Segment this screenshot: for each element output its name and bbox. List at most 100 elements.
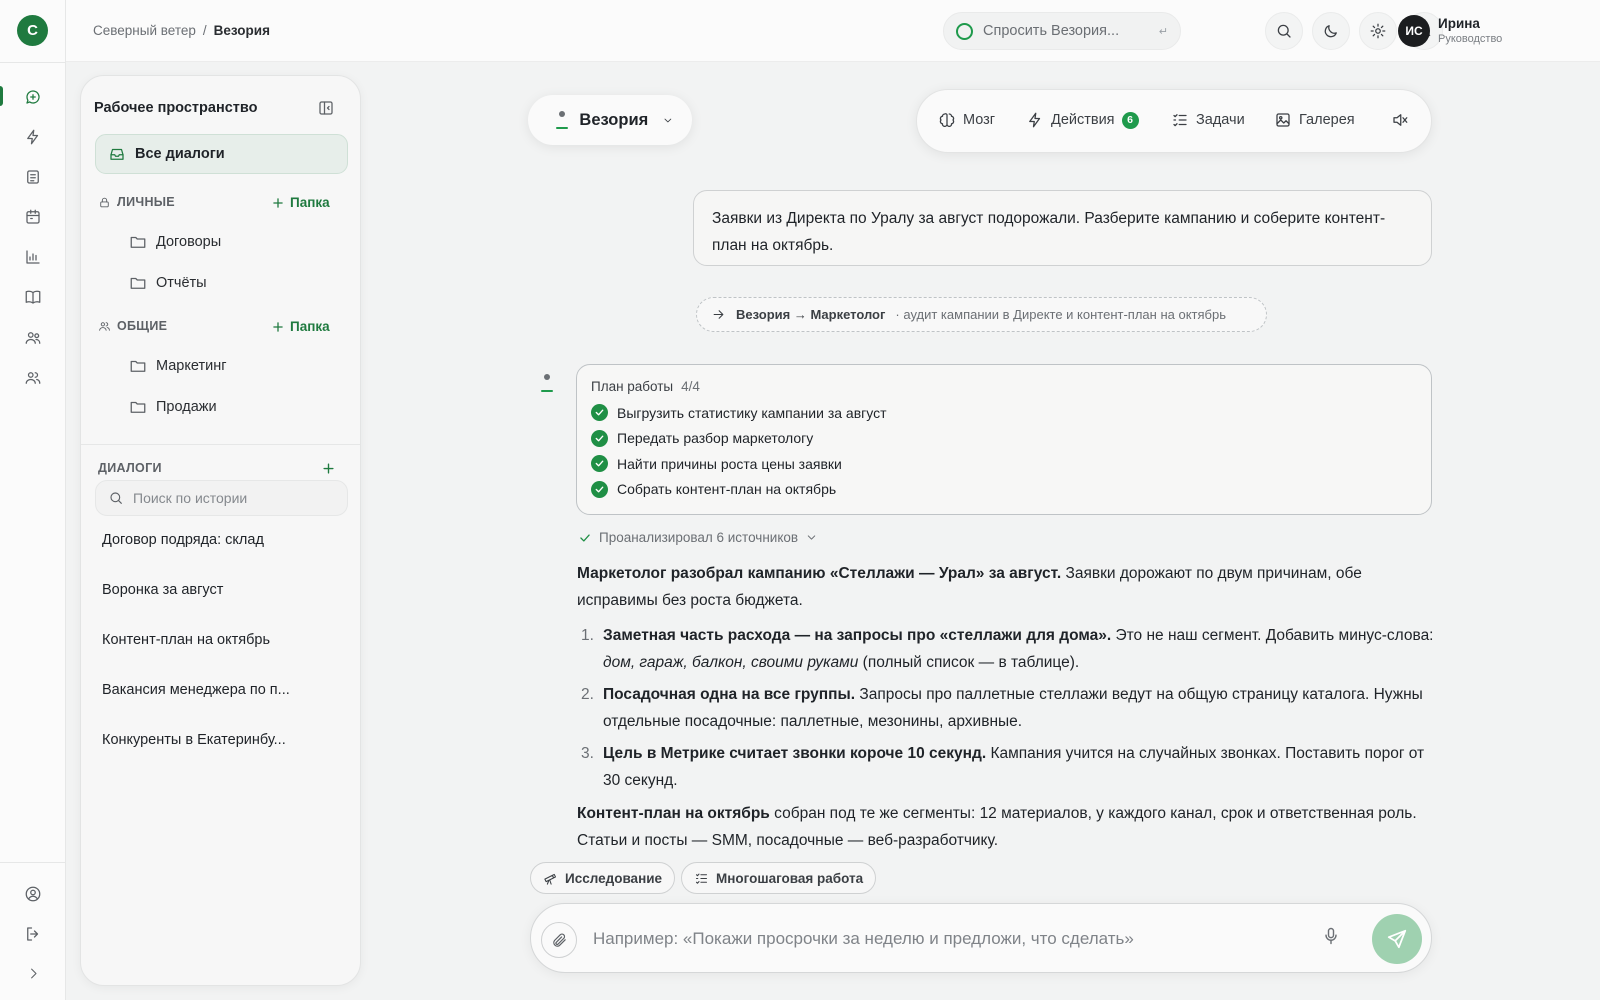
dialog-history-item[interactable]: Воронка за август [102, 582, 342, 598]
point-text: Это не наш сегмент. Добавить минус-слова… [1111, 627, 1434, 644]
folder-icon [130, 401, 146, 413]
plan-step-label: Выгрузить статистику кампании за август [617, 404, 887, 421]
rail-analytics-button[interactable] [13, 241, 53, 273]
sources-label: Проанализировал 6 источников [599, 530, 799, 545]
breadcrumb-parent[interactable]: Северный ветер [93, 23, 196, 38]
user-message: Заявки из Директа по Уралу за август под… [693, 190, 1432, 266]
plan-step-label: Передать разбор маркетологу [617, 430, 814, 447]
rail-calendar-button[interactable] [13, 201, 53, 233]
chat-icon [26, 90, 40, 104]
add-folder-label: Папка [290, 195, 330, 210]
book-icon [25, 290, 41, 304]
point-number: 3. [581, 745, 594, 762]
user-name: Ирина [1438, 16, 1480, 31]
plan-step: Найти причины роста цены заявки [591, 451, 1417, 477]
calendar-icon [26, 209, 40, 224]
rail-documents-button[interactable] [13, 161, 53, 193]
sources-toggle[interactable]: Проанализировал 6 источников [578, 530, 818, 545]
add-personal-folder-button[interactable]: Папка [271, 195, 330, 210]
dialogs-section-label: ДИАЛОГИ [98, 461, 162, 475]
rail-profile-button[interactable] [13, 878, 53, 910]
user-role: Руководство [1438, 33, 1503, 45]
send-button[interactable] [1372, 914, 1422, 964]
voice-input-button[interactable] [1321, 926, 1341, 946]
volume-mute-icon [1393, 114, 1408, 126]
chevron-right-icon [30, 968, 37, 978]
dialogs-section-header: ДИАЛОГИ [98, 461, 162, 475]
personal-section-header: ЛИЧНЫЕ [98, 195, 175, 209]
rail-active-indicator [0, 86, 3, 106]
new-dialog-button[interactable] [321, 461, 336, 476]
rail-expand-button[interactable] [13, 957, 53, 989]
ask-assistant-placeholder: Спросить Везория... [983, 23, 1120, 39]
plan-step: Собрать контент-план на октябрь [591, 477, 1417, 503]
research-mode-chip[interactable]: Исследование [530, 862, 676, 894]
search-icon [110, 492, 122, 504]
folder-item[interactable]: Продажи [129, 398, 217, 416]
rail-bottom-divider [0, 862, 66, 863]
ask-assistant-input[interactable]: Спросить Везория... ↵ [943, 12, 1181, 50]
mute-button[interactable] [1391, 111, 1409, 129]
folder-item[interactable]: Отчёты [129, 274, 207, 292]
brain-tab[interactable]: Мозг [938, 111, 995, 129]
folder-label: Договоры [156, 234, 222, 250]
paperclip-icon [552, 933, 566, 947]
point-bold: Заметная часть расхода — на запросы про … [603, 627, 1112, 644]
actions-tab-label: Действия [1051, 112, 1115, 128]
folder-item[interactable]: Договоры [129, 233, 221, 251]
agent-selector[interactable]: Везория [528, 95, 692, 145]
check-circle-icon [591, 455, 608, 473]
search-button[interactable] [1265, 12, 1303, 50]
actions-tab[interactable]: Действия 6 [1026, 111, 1139, 129]
rail-knowledge-button[interactable] [13, 281, 53, 313]
app-logo[interactable]: С [17, 15, 48, 46]
folder-label: Отчёты [156, 275, 207, 291]
agent-handoff-chip[interactable]: Везория → Маркетолог · аудит кампании в … [696, 297, 1267, 332]
point-bold: Посадочная одна на все группы. [603, 686, 856, 703]
people-icon [99, 321, 110, 331]
plan-step: Выгрузить статистику кампании за август [591, 400, 1417, 426]
bolt-icon [1029, 112, 1041, 128]
plan-step-label: Собрать контент-план на октябрь [617, 481, 837, 498]
enter-key-hint: ↵ [1158, 25, 1168, 38]
check-circle-icon [591, 404, 608, 422]
microphone-icon [1325, 927, 1337, 945]
folder-icon [130, 277, 146, 289]
assistant-status-icon [956, 22, 973, 40]
folder-icon [130, 360, 146, 372]
assistant-bot-icon [541, 372, 553, 394]
add-shared-folder-button[interactable]: Папка [271, 319, 330, 334]
settings-button[interactable] [1359, 12, 1397, 50]
research-mode-label: Исследование [565, 870, 663, 886]
tasks-tab[interactable]: Задачи [1171, 111, 1245, 129]
folder-item[interactable]: Маркетинг [129, 357, 227, 375]
history-search-input[interactable] [133, 490, 333, 506]
multistep-mode-chip[interactable]: Многошаговая работа [681, 862, 877, 894]
gallery-tab[interactable]: Галерея [1274, 111, 1355, 129]
rail-users-button[interactable] [13, 362, 53, 394]
dialog-history-item[interactable]: Вакансия менеджера по п... [102, 682, 342, 698]
dialog-history-item[interactable]: Договор подряда: склад [102, 532, 342, 548]
agent-toolbar: Мозг Действия 6 Задачи Галерея [916, 89, 1432, 153]
rail-chat-button[interactable] [13, 81, 53, 113]
answer-point: 3. Цель в Метрике считает звонки короче 1… [577, 740, 1437, 794]
message-input[interactable] [593, 926, 1293, 952]
theme-toggle-button[interactable] [1312, 12, 1350, 50]
rail-actions-button[interactable] [13, 121, 53, 153]
rail-logout-button[interactable] [13, 918, 53, 950]
rail-team-button[interactable] [13, 322, 53, 354]
point-italic: дом, гараж, балкон, своими руками [603, 654, 859, 671]
panel-divider [81, 444, 360, 445]
bolt-icon [27, 129, 39, 145]
attach-button[interactable] [541, 922, 577, 958]
handoff-route: Везория → Маркетолог [736, 307, 886, 322]
dialog-history-item[interactable]: Контент-план на октябрь [102, 632, 342, 648]
rail-divider [0, 62, 66, 63]
dialog-history-item[interactable]: Конкуренты в Екатеринбу... [102, 732, 342, 748]
workspace-title: Рабочее пространство [94, 100, 258, 116]
task-list-icon [695, 873, 708, 884]
answer-point: 1. Заметная часть расхода — на запросы пр… [577, 622, 1437, 676]
all-dialogs-button[interactable]: Все диалоги [95, 134, 348, 174]
collapse-panel-button[interactable] [317, 99, 335, 117]
user-avatar[interactable]: ИС [1398, 15, 1430, 47]
